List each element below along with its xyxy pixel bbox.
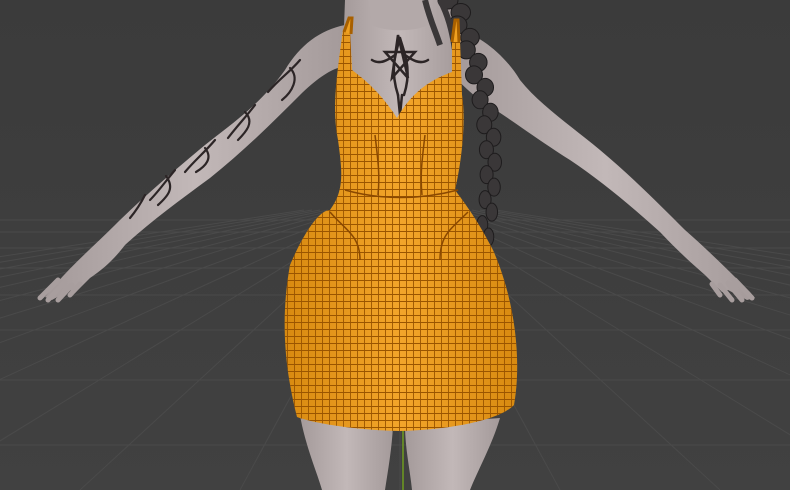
braid-segment [485, 202, 499, 222]
dress-strap-right [450, 18, 461, 43]
3d-viewport[interactable] [0, 0, 790, 490]
viewport-canvas[interactable] [0, 0, 790, 490]
neck [368, 0, 432, 31]
